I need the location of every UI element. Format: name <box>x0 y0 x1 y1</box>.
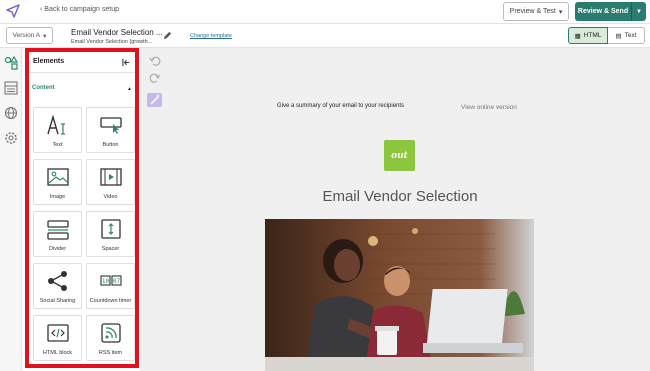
content-section-label[interactable]: Content <box>32 85 55 91</box>
rss-icon <box>101 323 121 343</box>
tile-label: Image <box>49 194 66 200</box>
panel-divider <box>29 72 135 73</box>
spacer-icon <box>101 219 121 239</box>
tile-label: RSS item <box>98 350 123 356</box>
image-icon <box>47 168 69 186</box>
preview-label: Preview & Test <box>509 8 556 15</box>
rss-item-element-tile[interactable]: RSS item <box>86 315 135 361</box>
video-element-tile[interactable]: Video <box>86 159 135 205</box>
text-label: Text <box>624 32 637 39</box>
video-icon <box>100 168 122 186</box>
redo-icon[interactable] <box>149 72 161 84</box>
document-icon: ▤ <box>615 32 622 40</box>
svg-text:10: 10 <box>102 278 110 285</box>
preview-test-button[interactable]: Preview & Test ▾ <box>503 2 569 21</box>
email-title[interactable]: Email Vendor Selection <box>265 188 535 205</box>
panel-title: Elements <box>33 58 65 65</box>
undo-icon[interactable] <box>149 55 161 67</box>
chevron-down-icon: ▾ <box>558 8 563 16</box>
magic-wand-icon <box>150 94 160 105</box>
spacer-element-tile[interactable]: Spacer <box>86 211 135 257</box>
html-block-element-tile[interactable]: HTML block <box>33 315 82 361</box>
html-label: HTML <box>583 32 602 39</box>
version-select[interactable]: Version A ▾ <box>6 27 53 44</box>
gear-icon[interactable] <box>4 131 18 145</box>
subject-title[interactable]: Email Vendor Selection ... <box>71 28 163 37</box>
share-icon <box>48 271 67 291</box>
review-send-button[interactable]: Review & Send ▼ <box>575 2 646 21</box>
chevron-up-icon[interactable]: ▲ <box>127 86 132 92</box>
button-icon <box>100 117 122 134</box>
collapse-panel-icon[interactable] <box>122 58 131 67</box>
subject-preview: Email Vendor Selection {growth... <box>71 39 153 45</box>
review-label: Review & Send <box>577 8 629 15</box>
text-mode-button[interactable]: ▤ Text <box>608 27 645 44</box>
tile-label: Divider <box>48 246 67 252</box>
tile-label: Social Sharing <box>39 298 76 304</box>
back-to-campaign-link[interactable]: ‹ Back to campaign setup <box>40 6 119 13</box>
elements-panel: Elements Content ▲ Text Button Image Vid… <box>25 48 139 368</box>
tile-label: Text <box>52 142 63 148</box>
back-label: Back to campaign setup <box>44 6 119 13</box>
magic-wand-button[interactable] <box>147 93 162 107</box>
send-logo-icon[interactable] <box>6 4 20 18</box>
html-mode-button[interactable]: ▦ HTML <box>568 27 608 44</box>
tile-label: Video <box>103 194 118 200</box>
tile-label: HTML block <box>42 350 73 356</box>
hero-image[interactable] <box>265 219 534 371</box>
grid-icon: ▦ <box>574 32 581 40</box>
social-sharing-element-tile[interactable]: Social Sharing <box>33 263 82 309</box>
logo-text: out <box>391 150 408 161</box>
pencil-icon[interactable] <box>163 31 172 40</box>
tile-label: Button <box>102 142 119 148</box>
svg-text:07: 07 <box>113 278 121 285</box>
layout-icon[interactable] <box>4 81 18 95</box>
text-icon <box>47 114 65 135</box>
shapes-icon[interactable] <box>4 56 18 70</box>
image-element-tile[interactable]: Image <box>33 159 82 205</box>
globe-icon[interactable] <box>4 106 18 120</box>
review-dropdown-icon[interactable]: ▼ <box>631 2 646 21</box>
tile-label: Countdown timer <box>89 298 132 304</box>
timer-icon: 10 07 <box>100 275 122 286</box>
editor-toolbar: Version A ▾ Email Vendor Selection ... E… <box>0 24 650 48</box>
version-label: Version A <box>12 32 41 39</box>
top-bar: ‹ Back to campaign setup Preview & Test … <box>0 0 650 24</box>
tile-label: Spacer <box>101 246 120 252</box>
text-element-tile[interactable]: Text <box>33 107 82 153</box>
code-icon <box>47 324 69 342</box>
button-element-tile[interactable]: Button <box>86 107 135 153</box>
photo-people-at-laptop <box>265 219 534 371</box>
view-online-link[interactable]: View online version <box>461 104 517 111</box>
left-rail <box>0 48 22 371</box>
email-preheader[interactable]: Give a summary of your email to your rec… <box>277 103 404 109</box>
email-logo[interactable]: out <box>384 140 415 171</box>
chevron-down-icon: ▾ <box>43 32 47 40</box>
divider-element-tile[interactable]: Divider <box>33 211 82 257</box>
divider-icon <box>47 220 69 240</box>
countdown-timer-element-tile[interactable]: 10 07 Countdown timer <box>86 263 135 309</box>
change-template-link[interactable]: Change template <box>190 33 232 39</box>
